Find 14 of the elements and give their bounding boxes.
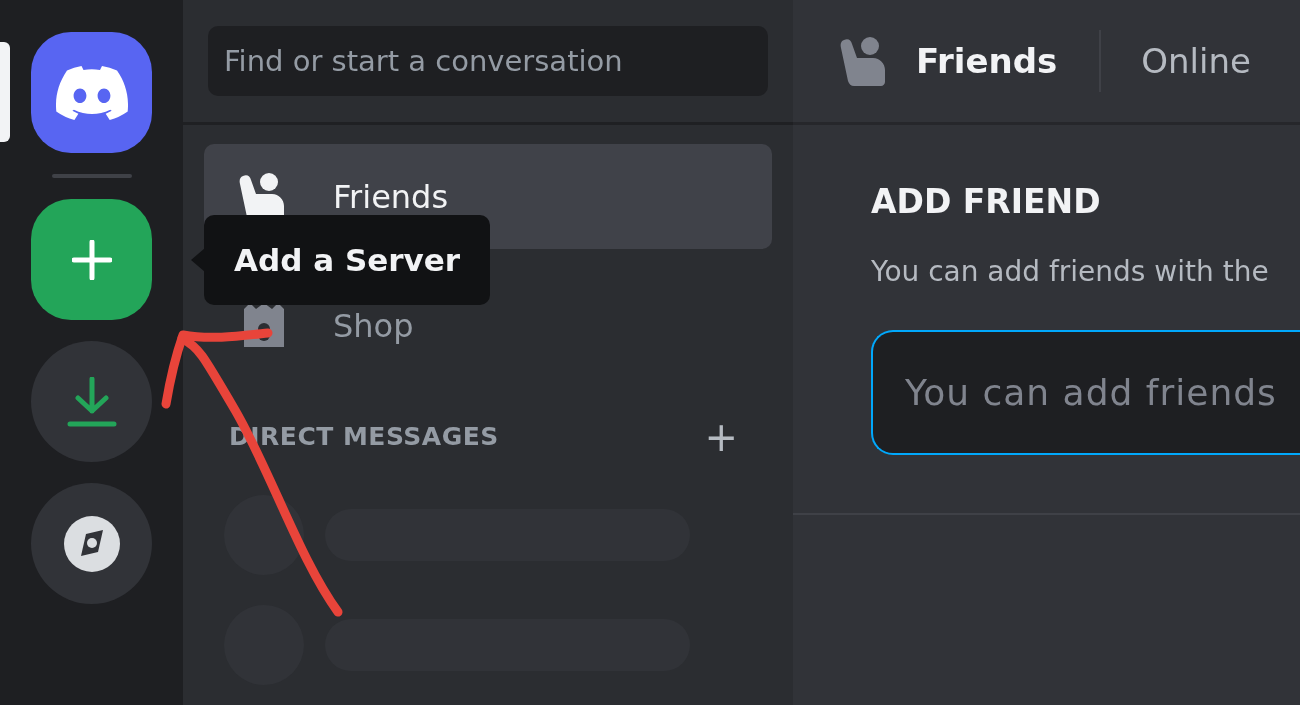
home-button[interactable]: [31, 32, 152, 153]
username-input[interactable]: You can add friends: [871, 329, 1300, 455]
add-server-button[interactable]: [31, 199, 152, 320]
add-dm-button[interactable]: +: [704, 417, 738, 457]
tooltip: Add a Server: [204, 215, 491, 305]
download-icon: [65, 376, 118, 427]
plus-icon: [71, 239, 112, 280]
page-title: Friends: [916, 39, 1058, 83]
search-field[interactable]: Find or start a conversation: [208, 26, 768, 96]
section-title: ADD FRIEND: [871, 181, 1102, 223]
discord-logo-icon: [55, 65, 128, 120]
compass-icon: [63, 515, 120, 572]
tab[interactable]: Online: [1141, 35, 1251, 87]
description-text: You can add friends with the: [871, 253, 1270, 290]
